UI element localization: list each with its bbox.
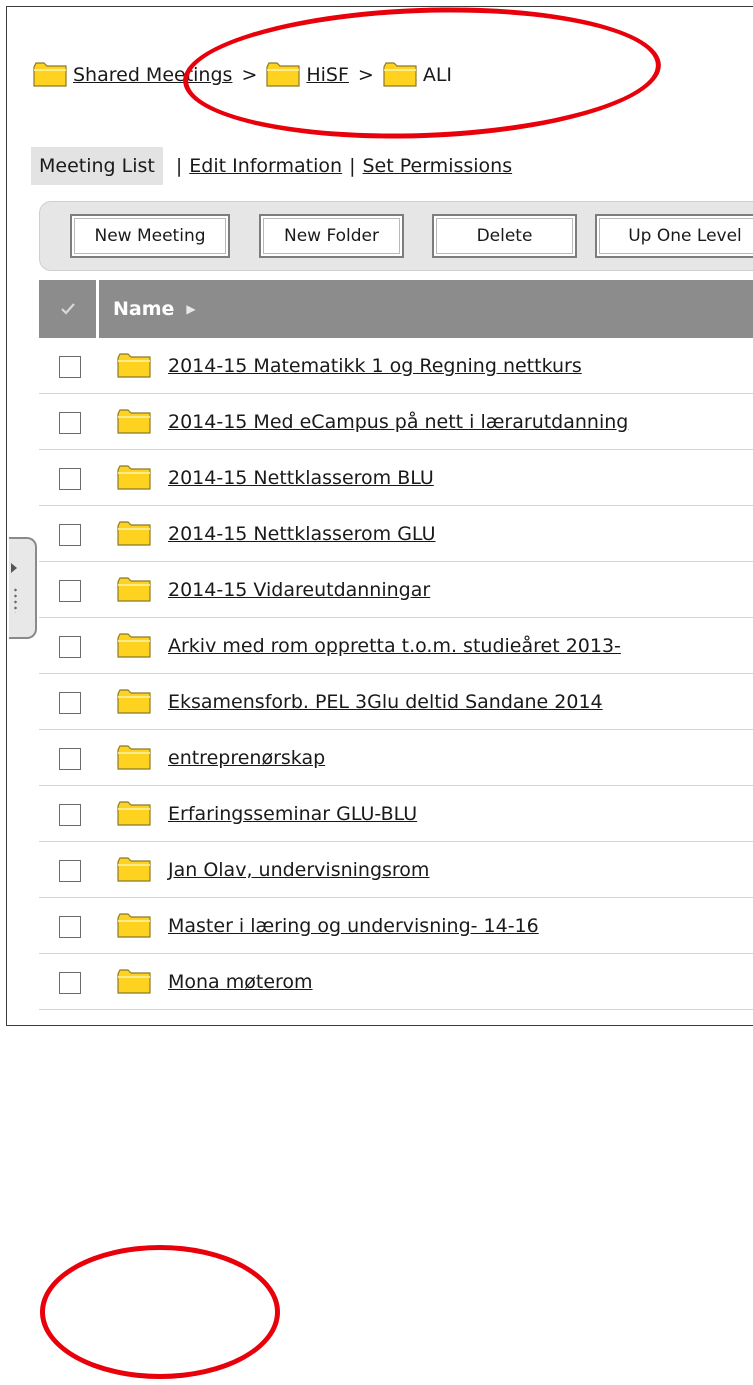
annotation-ellipse-ppu <box>40 1245 280 1379</box>
folder-link[interactable]: Mona møterom <box>168 954 313 1010</box>
folder-link[interactable]: 2014-15 Med eCampus på nett i lærarutdan… <box>168 394 628 450</box>
row-checkbox[interactable] <box>59 692 81 714</box>
folder-list: 2014-15 Matematikk 1 og Regning nettkurs… <box>39 338 753 1026</box>
folder-icon <box>117 465 151 490</box>
folder-icon <box>117 745 151 770</box>
folder-icon <box>117 353 151 378</box>
view-tabs: Meeting List | Edit Information | Set Pe… <box>31 145 512 187</box>
new-folder-button[interactable]: New Folder <box>259 214 404 258</box>
name-column-header[interactable]: Name ▶ <box>113 280 196 338</box>
folder-icon <box>117 409 151 434</box>
table-row: Arkiv med rom oppretta t.o.m. studieåret… <box>39 618 753 674</box>
breadcrumb: Shared Meetings > HiSF > ALI <box>33 57 452 93</box>
table-row: Master i læring og undervisning- 14-16 <box>39 898 753 954</box>
table-row: 2014-15 Vidareutdanningar <box>39 562 753 618</box>
table-header: Name ▶ <box>39 280 753 338</box>
table-row: 2014-15 Matematikk 1 og Regning nettkurs <box>39 338 753 394</box>
name-column-label: Name <box>113 298 175 320</box>
folder-link[interactable]: Erfaringsseminar GLU-BLU <box>168 786 417 842</box>
folder-icon <box>117 857 151 882</box>
meeting-browser-panel: Shared Meetings > HiSF > ALI Meeting Lis… <box>6 6 753 1026</box>
table-row: 2014-15 Nettklasserom BLU <box>39 450 753 506</box>
breadcrumb-hisf-link[interactable]: HiSF <box>306 64 349 86</box>
folder-icon <box>383 62 417 87</box>
breadcrumb-shared-meetings-link[interactable]: Shared Meetings <box>73 64 232 86</box>
folder-link[interactable]: entreprenørskap <box>168 730 325 786</box>
row-checkbox[interactable] <box>59 412 81 434</box>
table-row: 2014-15 Med eCampus på nett i lærarutdan… <box>39 394 753 450</box>
folder-link[interactable]: 2014-15 Nettklasserom GLU <box>168 506 435 562</box>
folder-icon <box>33 62 67 87</box>
breadcrumb-separator: > <box>357 64 374 86</box>
row-checkbox[interactable] <box>59 356 81 378</box>
folder-link[interactable]: Jan Olav, undervisningsrom <box>168 842 429 898</box>
row-checkbox[interactable] <box>59 804 81 826</box>
folder-link[interactable]: 2014-15 Nettklasserom BLU <box>168 450 434 506</box>
row-checkbox[interactable] <box>59 916 81 938</box>
up-one-level-button[interactable]: Up One Level <box>595 214 753 258</box>
table-row: 2014-15 Nettklasserom GLU <box>39 506 753 562</box>
sort-arrow-right-icon: ▶ <box>186 302 196 316</box>
folder-icon <box>117 633 151 658</box>
folder-icon <box>117 969 151 994</box>
tab-separator: | <box>175 155 183 177</box>
row-checkbox[interactable] <box>59 748 81 770</box>
folder-link[interactable]: Eksamensforb. PEL 3Glu deltid Sandane 20… <box>168 674 603 730</box>
delete-button[interactable]: Delete <box>432 214 577 258</box>
table-row: entreprenørskap <box>39 730 753 786</box>
row-checkbox[interactable] <box>59 972 81 994</box>
tab-set-permissions[interactable]: Set Permissions <box>363 155 513 177</box>
tab-edit-information[interactable]: Edit Information <box>189 155 342 177</box>
action-toolbar: New Meeting New Folder Delete Up One Lev… <box>39 201 753 271</box>
breadcrumb-current-ali: ALI <box>422 64 453 86</box>
table-row: Eksamensforb. PEL 3Glu deltid Sandane 20… <box>39 674 753 730</box>
new-meeting-button[interactable]: New Meeting <box>70 214 230 258</box>
folder-link[interactable]: 2014-15 Vidareutdanningar <box>168 562 430 618</box>
grip-dots-icon <box>14 587 17 613</box>
row-checkbox[interactable] <box>59 636 81 658</box>
folder-icon <box>266 62 300 87</box>
breadcrumb-separator: > <box>241 64 258 86</box>
folder-link[interactable]: Arkiv med rom oppretta t.o.m. studieåret… <box>168 618 621 674</box>
folder-icon <box>117 689 151 714</box>
side-panel-toggle-handle[interactable] <box>9 537 37 639</box>
select-all-checkmark-icon[interactable] <box>39 280 99 338</box>
table-row: Mona møterom <box>39 954 753 1010</box>
folder-icon <box>117 1025 151 1026</box>
row-checkbox[interactable] <box>59 580 81 602</box>
row-checkbox[interactable] <box>59 860 81 882</box>
expand-arrow-icon <box>11 563 17 573</box>
row-checkbox[interactable] <box>59 468 81 490</box>
tab-meeting-list[interactable]: Meeting List <box>31 147 163 185</box>
folder-link[interactable]: Master i læring og undervisning- 14-16 <box>168 898 539 954</box>
folder-link[interactable]: 2014-15 Matematikk 1 og Regning nettkurs <box>168 338 582 394</box>
folder-icon <box>117 577 151 602</box>
folder-icon <box>117 801 151 826</box>
table-row: Erfaringsseminar GLU-BLU <box>39 786 753 842</box>
table-row: Nettgrupperom GLU <box>39 1010 753 1026</box>
row-checkbox[interactable] <box>59 524 81 546</box>
tab-separator: | <box>349 155 356 177</box>
table-row: Jan Olav, undervisningsrom <box>39 842 753 898</box>
folder-icon <box>117 913 151 938</box>
folder-link[interactable]: Nettgrupperom GLU <box>168 1010 358 1025</box>
folder-icon <box>117 521 151 546</box>
